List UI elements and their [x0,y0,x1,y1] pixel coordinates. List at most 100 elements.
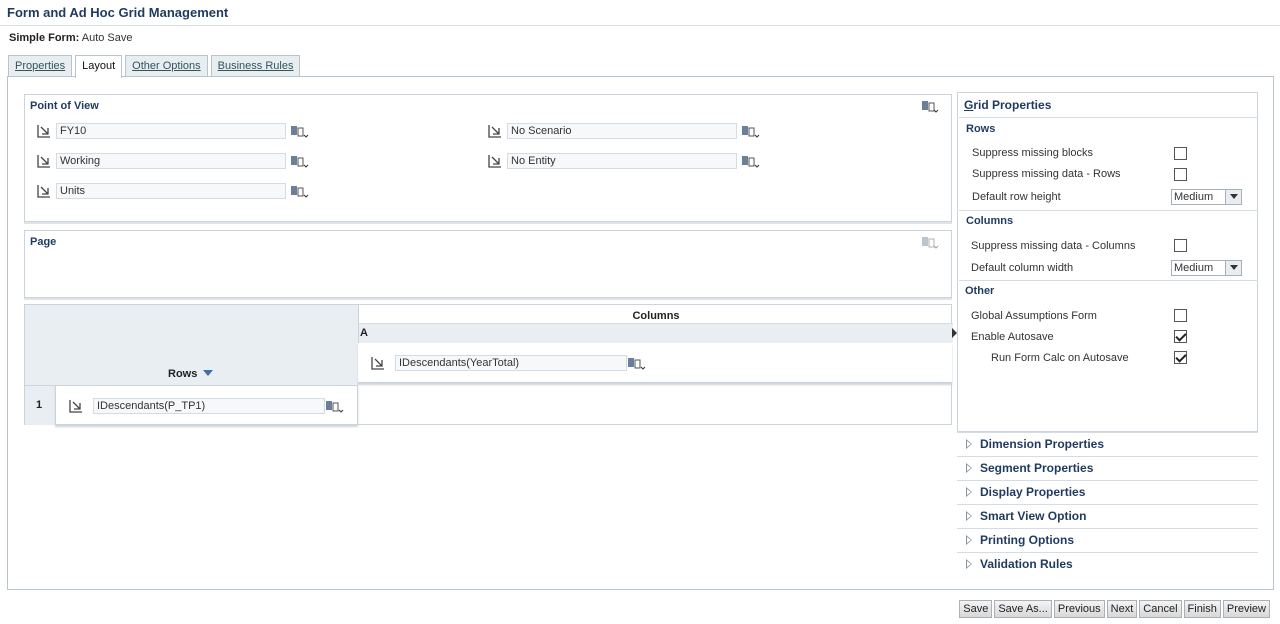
member-selector-icon[interactable] [36,153,54,169]
rows-section-title: Rows [966,123,996,135]
form-name: Auto Save [81,32,133,44]
chevron-down-icon[interactable] [1225,261,1241,275]
member-selector-icon[interactable] [487,123,505,139]
pov-member-field[interactable]: Working [56,153,286,169]
pov-member-field[interactable]: No Scenario [507,123,737,139]
run-form-calc-checkbox[interactable] [1174,351,1187,364]
app-header: Form and Ad Hoc Grid Management [0,0,1280,26]
member-options-icon[interactable] [325,399,347,413]
pov-member-field[interactable]: No Entity [507,153,737,169]
page-panel: Page [24,230,952,298]
divider [959,210,1258,211]
default-column-width-label: Default column width [971,262,1074,274]
page-options-icon[interactable] [921,235,939,249]
default-column-width-select[interactable]: Medium [1171,260,1242,276]
accordion-dimension-properties[interactable]: Dimension Properties [957,432,1258,456]
accordion-segment-properties[interactable]: Segment Properties [957,456,1258,480]
row-member-field[interactable]: IDescendants(P_TP1) [93,398,325,414]
pov-options-icon[interactable] [921,99,939,113]
pov-member-field[interactable]: FY10 [56,123,286,139]
default-row-height-select[interactable]: Medium [1171,189,1242,205]
tab-business-rules[interactable]: Business Rules [210,55,301,77]
suppress-missing-rows-checkbox[interactable] [1174,168,1187,181]
suppress-missing-rows-label: Suppress missing data - Rows [972,168,1121,180]
row-number[interactable]: 1 [36,399,42,411]
pov-member-no-scenario: No Scenario [487,123,767,139]
row-number-cell: 1 [25,385,55,425]
tab-bar: Properties Layout Other Options Business… [8,55,303,78]
column-member-card: IDescendants(YearTotal) [358,343,952,383]
accordion-label: Display Properties [980,485,1086,499]
member-options-icon[interactable] [290,154,312,168]
default-row-height-label: Default row height [972,191,1061,203]
accordion-label: Dimension Properties [980,437,1105,451]
accordion-printing-options[interactable]: Printing Options [957,528,1258,552]
tab-other-options[interactable]: Other Options [125,55,208,77]
pov-member-field[interactable]: Units [56,183,286,199]
member-selector-icon[interactable] [36,183,54,199]
columns-label: Columns [632,310,680,322]
global-assumptions-label: Global Assumptions Form [971,310,1097,322]
next-button[interactable]: Next [1106,600,1138,618]
enable-autosave-checkbox[interactable] [1174,330,1187,343]
page-panel-title: Page [30,236,57,248]
save-as-button[interactable]: Save As... [994,600,1052,618]
cancel-button[interactable]: Cancel [1139,600,1182,618]
chevron-down-icon[interactable] [1225,190,1241,204]
column-letter-row: A [359,323,953,343]
member-options-icon[interactable] [741,124,763,138]
suppress-missing-blocks-checkbox[interactable] [1174,147,1187,160]
accordion-label: Validation Rules [980,557,1073,571]
divider [959,280,1258,281]
tab-properties[interactable]: Properties [8,55,73,77]
accordion-smart-view-option[interactable]: Smart View Option [957,504,1258,528]
run-form-calc-label: Run Form Calc on Autosave [991,352,1129,364]
other-section-title: Other [965,285,995,297]
member-selector-icon[interactable] [370,355,388,371]
grid-properties-panel: Grid Properties Rows Suppress missing bl… [957,92,1258,432]
pov-title: Point of View [30,100,99,112]
expand-arrow-icon [966,463,972,473]
member-options-icon[interactable] [741,154,763,168]
pov-member-units: Units [36,183,316,199]
member-options-icon[interactable] [627,356,649,370]
divider [959,117,1258,118]
footer-button-bar: Save Save As... Previous Next Cancel Fin… [957,600,1270,618]
enable-autosave-label: Enable Autosave [971,331,1054,343]
pov-member-no-entity: No Entity [487,153,767,169]
expand-arrow-icon [966,439,972,449]
member-options-icon[interactable] [290,184,312,198]
accordion-display-properties[interactable]: Display Properties [957,480,1258,504]
accordion-label: Segment Properties [980,461,1094,475]
layout-grid: Rows Columns A IDescendants(YearTotal) 1… [24,304,953,425]
column-member-field[interactable]: IDescendants(YearTotal) [395,355,627,371]
form-subtitle: Simple Form: Auto Save [9,32,133,44]
member-selector-icon[interactable] [68,398,86,414]
previous-button[interactable]: Previous [1053,600,1105,618]
column-letter[interactable]: A [360,327,368,339]
page-title: Form and Ad Hoc Grid Management [7,5,229,20]
finish-button[interactable]: Finish [1183,600,1221,618]
rows-header: Rows [25,305,358,385]
default-column-width-value: Medium [1174,262,1214,274]
expand-arrow-icon [966,559,972,569]
default-row-height-value: Medium [1174,191,1214,203]
suppress-missing-columns-checkbox[interactable] [1174,239,1187,252]
rows-dropdown-icon[interactable] [202,369,214,377]
member-options-icon[interactable] [290,124,312,138]
preview-button[interactable]: Preview [1222,600,1270,618]
member-selector-icon[interactable] [36,123,54,139]
column-member: IDescendants(YearTotal) [370,355,670,371]
member-selector-icon[interactable] [487,153,505,169]
expand-arrow-icon [966,511,972,521]
pov-panel: Point of View FY10 Working Units No Scen… [24,94,952,222]
pov-member-working: Working [36,153,316,169]
accordion-label: Printing Options [980,533,1074,547]
accordion-validation-rules[interactable]: Validation Rules [957,552,1258,576]
save-button[interactable]: Save [959,600,993,618]
tab-layout[interactable]: Layout [75,55,123,78]
suppress-missing-columns-label: Suppress missing data - Columns [971,240,1136,252]
accordion-label: Smart View Option [980,509,1087,523]
global-assumptions-checkbox[interactable] [1174,309,1187,322]
grid-properties-title: Grid Properties [964,98,1052,112]
